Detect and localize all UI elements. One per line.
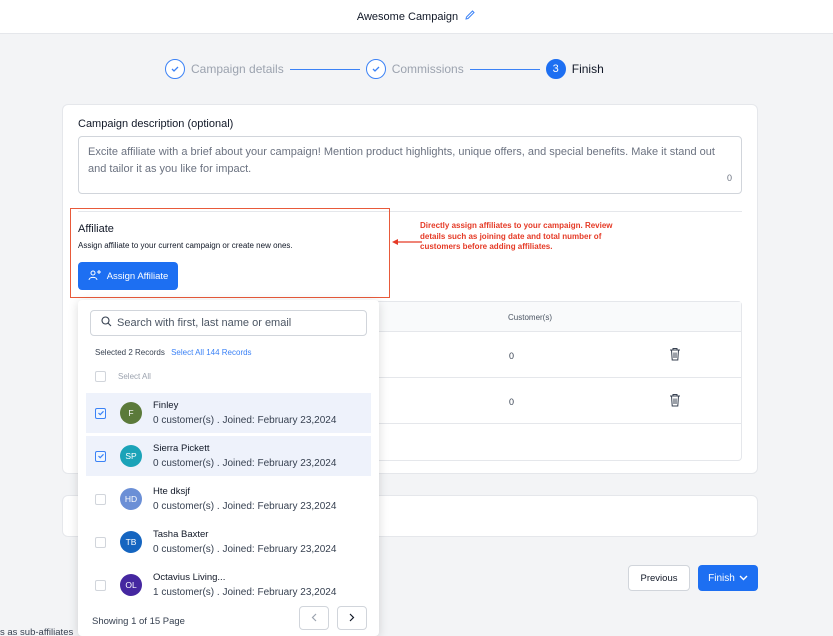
affiliate-meta: 0 customer(s) . Joined: February 23,2024 <box>153 501 337 512</box>
affiliate-name: Tasha Baxter <box>153 529 209 540</box>
affiliate-meta: 0 customer(s) . Joined: February 23,2024 <box>153 544 337 555</box>
item-checkbox[interactable] <box>95 493 106 505</box>
trash-icon[interactable] <box>669 393 681 407</box>
step-commissions[interactable]: Commissions <box>365 59 464 79</box>
description-textarea[interactable]: Excite affiliate with a brief about your… <box>78 136 742 194</box>
finish-button[interactable]: Finish <box>698 565 758 591</box>
next-page-button[interactable] <box>337 606 367 630</box>
step-label: Commissions <box>391 62 464 76</box>
list-item[interactable]: HD Hte dksjf 0 customer(s) . Joined: Feb… <box>86 479 371 519</box>
edit-pencil-icon[interactable] <box>464 9 476 24</box>
affiliate-meta: 0 customer(s) . Joined: February 23,2024 <box>153 415 337 426</box>
select-all-label: Select All <box>118 372 151 381</box>
customers-cell: 0 <box>509 351 515 361</box>
assign-affiliate-button[interactable]: Assign Affiliate <box>78 262 178 290</box>
avatar: TB <box>120 531 142 553</box>
select-all-records-link[interactable]: Select All 144 Records <box>171 348 252 357</box>
affiliate-name: Octavius Living... <box>153 572 226 583</box>
affiliate-name: Hte dksjf <box>153 486 190 497</box>
step-connector <box>469 68 540 70</box>
char-count: 0 <box>726 173 732 183</box>
item-checkbox[interactable] <box>95 536 106 548</box>
avatar: F <box>120 402 142 424</box>
check-icon <box>165 59 185 79</box>
select-all-row[interactable]: Select All <box>95 371 151 382</box>
search-icon <box>101 316 112 330</box>
step-finish[interactable]: 3 Finish <box>545 59 604 79</box>
assign-affiliate-label: Assign Affiliate <box>106 270 169 282</box>
chevron-down-icon <box>739 573 748 584</box>
item-checkbox[interactable] <box>95 407 106 419</box>
item-checkbox[interactable] <box>95 579 106 591</box>
prev-page-button[interactable] <box>299 606 329 630</box>
previous-button[interactable]: Previous <box>628 565 690 591</box>
annotation-arrow-icon <box>392 239 422 245</box>
finish-label: Finish <box>708 572 735 584</box>
affiliate-subtitle: Assign affiliate to your current campaig… <box>78 241 293 250</box>
search-input[interactable] <box>117 317 357 329</box>
stepper: Campaign details Commissions 3 Finish <box>165 58 604 80</box>
affiliate-meta: 1 customer(s) . Joined: February 23,2024 <box>153 587 337 598</box>
select-all-checkbox[interactable] <box>95 371 106 382</box>
step-connector <box>289 68 360 70</box>
customers-column-header: Customer(s) <box>508 313 553 322</box>
search-box[interactable] <box>90 310 367 336</box>
add-users-icon <box>88 269 102 284</box>
step-label: Finish <box>571 62 604 76</box>
page-info: Showing 1 of 15 Page <box>92 616 185 627</box>
list-item[interactable]: OL Octavius Living... 1 customer(s) . Jo… <box>86 565 371 605</box>
description-label: Campaign description (optional) <box>78 118 234 130</box>
step-campaign-details[interactable]: Campaign details <box>165 59 284 79</box>
selected-count: Selected 2 Records <box>95 348 165 357</box>
check-icon <box>365 59 386 79</box>
campaign-name: Awesome Campaign <box>356 10 459 23</box>
selection-info: Selected 2 Records Select All 144 Record… <box>95 348 252 357</box>
chevron-left-icon <box>311 611 317 625</box>
chevron-right-icon <box>349 611 355 625</box>
affiliate-meta: 0 customer(s) . Joined: February 23,2024 <box>153 458 337 469</box>
trash-icon[interactable] <box>669 347 681 361</box>
affiliate-title: Affiliate <box>78 223 114 235</box>
avatar: HD <box>120 488 142 510</box>
step-label: Campaign details <box>191 62 284 76</box>
affiliate-name: Finley <box>153 400 179 411</box>
list-item[interactable]: TB Tasha Baxter 0 customer(s) . Joined: … <box>86 522 371 562</box>
list-item[interactable]: SP Sierra Pickett 0 customer(s) . Joined… <box>86 436 371 476</box>
annotation-text: Directly assign affiliates to your campa… <box>420 221 613 251</box>
customers-cell: 0 <box>509 397 515 407</box>
cut-off-text: s as sub-affiliates <box>0 627 74 636</box>
avatar: OL <box>120 574 142 596</box>
description-placeholder: Excite affiliate with a brief about your… <box>88 146 715 175</box>
list-item[interactable]: F Finley 0 customer(s) . Joined: Februar… <box>86 393 371 433</box>
affiliate-name: Sierra Pickett <box>153 443 210 454</box>
top-bar: Awesome Campaign <box>0 0 833 34</box>
avatar: SP <box>120 445 142 467</box>
item-checkbox[interactable] <box>95 450 106 462</box>
step-number: 3 <box>545 59 566 79</box>
affiliate-dropdown: Selected 2 Records Select All 144 Record… <box>78 300 379 636</box>
